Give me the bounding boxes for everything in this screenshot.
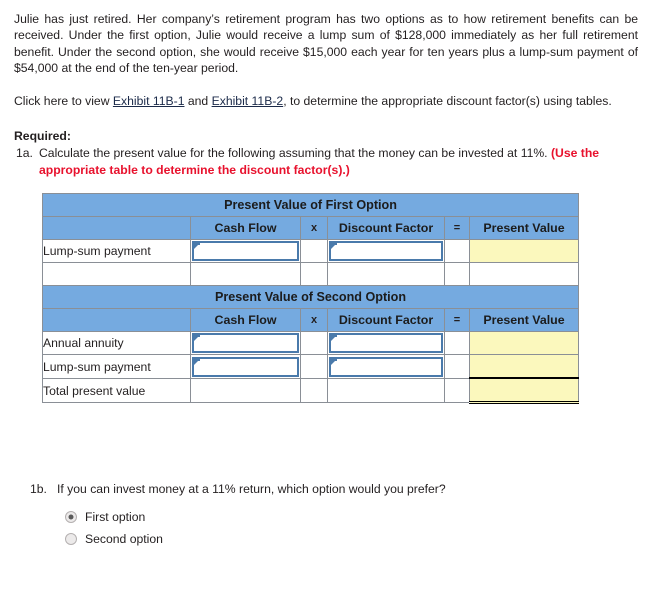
table2-title: Present Value of Second Option <box>41 285 580 310</box>
problem-page: Julie has just retired. Her company’s re… <box>0 0 658 548</box>
table2-total-op1 <box>300 377 328 404</box>
table1-cash-flow-header: Cash Flow <box>190 216 301 241</box>
table2-row1-label: Lump-sum payment <box>42 354 191 379</box>
table1-title-row: Present Value of First Option <box>41 193 580 218</box>
question-1b: 1b. If you can invest money at a 11% ret… <box>30 482 641 496</box>
table1-row0-present-value <box>468 239 580 264</box>
table2-row0-present-value <box>468 331 580 356</box>
exhibit-links-line: Click here to view Exhibit 11B-1 and Exh… <box>14 93 641 109</box>
table2-total-label: Total present value <box>42 377 191 404</box>
required-section: Required: 1a. Calculate the present valu… <box>14 128 641 178</box>
table2-row0-discount-factor-input[interactable] <box>329 333 443 354</box>
table1-blank-header <box>42 216 191 241</box>
table2-row1-cash-flow-cell[interactable] <box>190 354 301 379</box>
click-middle-text: and <box>184 93 212 108</box>
table2-equals-symbol: = <box>444 308 470 333</box>
exhibit-11b-2-link[interactable]: Exhibit 11B-2 <box>212 94 284 108</box>
table2-total-op2 <box>444 377 470 404</box>
radio-label-first-option: First option <box>85 510 146 525</box>
radio-button-first-option-icon[interactable] <box>65 511 77 524</box>
table2-title-row: Present Value of Second Option <box>41 285 580 310</box>
table2-row1-discount-factor-input[interactable] <box>329 356 443 377</box>
table2-column-header-row: Cash Flow x Discount Factor = Present Va… <box>42 308 580 333</box>
table2-total-present-value <box>468 377 580 405</box>
table1-row1-cash-flow <box>190 262 301 287</box>
table1-title: Present Value of First Option <box>41 193 580 218</box>
table2-row0-cash-flow-input[interactable] <box>192 333 299 354</box>
question-1a: 1a. Calculate the present value for the … <box>14 145 641 178</box>
table1-row1-op2 <box>444 262 470 287</box>
table1-row0-discount-factor-cell[interactable] <box>327 239 445 264</box>
question-1a-text-wrap: Calculate the present value for the foll… <box>39 145 641 178</box>
table2-row1-cash-flow-input[interactable] <box>192 356 299 377</box>
radio-option-second[interactable]: Second option <box>65 530 641 548</box>
table2-total-cash-flow <box>190 377 301 404</box>
table-row: Lump-sum payment <box>42 239 580 264</box>
worksheet-wrapper: Present Value of First Option Cash Flow … <box>14 193 641 405</box>
option-radio-group: First option Second option <box>30 508 641 548</box>
table1-row0-label: Lump-sum payment <box>42 239 191 264</box>
table-row: Total present value <box>42 377 580 405</box>
table1-row1-label <box>42 262 191 287</box>
table2-row0-op2 <box>444 331 470 356</box>
table2-row1-op2 <box>444 354 470 379</box>
table1-multiply-symbol: x <box>300 216 328 241</box>
table2-row1-present-value <box>468 354 580 379</box>
table2-row1-discount-factor-cell[interactable] <box>327 354 445 379</box>
radio-button-second-option-icon[interactable] <box>65 533 77 546</box>
table2-row0-discount-factor-cell[interactable] <box>327 331 445 356</box>
table1-row0-cash-flow-cell[interactable] <box>190 239 301 264</box>
table1-discount-factor-header: Discount Factor <box>327 216 445 241</box>
table1-row0-op2 <box>444 239 470 264</box>
question-1a-number: 1a. <box>16 146 33 161</box>
click-suffix-text: , to determine the appropriate discount … <box>283 93 612 108</box>
table1-row0-op1 <box>300 239 328 264</box>
required-heading: Required: <box>14 129 71 144</box>
table-row: Lump-sum payment <box>42 354 580 379</box>
table1-row1-op1 <box>300 262 328 287</box>
question-1b-section: 1b. If you can invest money at a 11% ret… <box>14 482 641 548</box>
table-row <box>42 262 580 287</box>
table2-total-discount-factor <box>327 377 445 404</box>
table2-row0-op1 <box>300 331 328 356</box>
table2-row0-label: Annual annuity <box>42 331 191 356</box>
table1-column-header-row: Cash Flow x Discount Factor = Present Va… <box>42 216 580 241</box>
table1-row0-cash-flow-input[interactable] <box>192 241 299 262</box>
table1-equals-symbol: = <box>444 216 470 241</box>
radio-label-second-option: Second option <box>85 532 163 547</box>
problem-statement: Julie has just retired. Her company’s re… <box>14 12 638 76</box>
question-1b-text: If you can invest money at a 11% return,… <box>57 482 446 497</box>
question-1b-number: 1b. <box>30 482 47 497</box>
question-1a-text: Calculate the present value for the foll… <box>39 146 551 161</box>
table2-multiply-symbol: x <box>300 308 328 333</box>
table2-row1-op1 <box>300 354 328 379</box>
table2-discount-factor-header: Discount Factor <box>327 308 445 333</box>
table1-present-value-header: Present Value <box>468 216 580 241</box>
table1-row0-discount-factor-input[interactable] <box>329 241 443 262</box>
radio-option-first[interactable]: First option <box>65 508 641 526</box>
table2-row0-cash-flow-cell[interactable] <box>190 331 301 356</box>
click-prefix-text: Click here to view <box>14 93 113 108</box>
table-row: Annual annuity <box>42 331 580 356</box>
table2-cash-flow-header: Cash Flow <box>190 308 301 333</box>
table1-row1-discount-factor <box>327 262 445 287</box>
present-value-worksheet: Present Value of First Option Cash Flow … <box>41 193 580 405</box>
table1-row1-present-value <box>468 262 580 287</box>
exhibit-11b-1-link[interactable]: Exhibit 11B-1 <box>113 94 185 108</box>
table2-present-value-header: Present Value <box>468 308 580 333</box>
table2-blank-header <box>42 308 191 333</box>
